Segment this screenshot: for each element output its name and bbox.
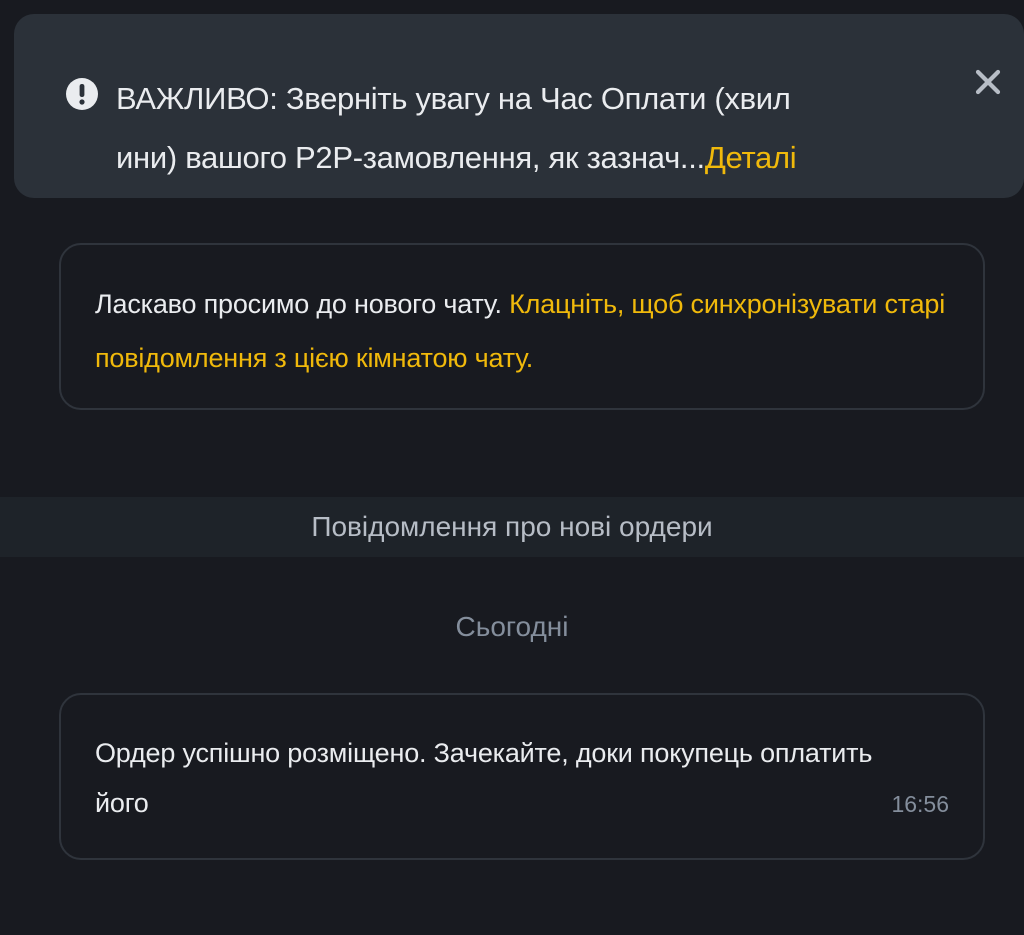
message-timestamp: 16:56 (891, 791, 949, 817)
message-text: Ордер успішно розміщено. Зачекайте, доки… (95, 738, 873, 818)
notice-line-2-text: ини) вашого P2P-замовлення, як зазнач... (116, 140, 705, 175)
exclamation-circle-icon (66, 78, 98, 110)
notice-line-1: ВАЖЛИВО: Зверніть увагу на Час Оплати (х… (116, 81, 791, 116)
date-divider: Сьогодні (455, 611, 569, 642)
close-icon[interactable] (966, 64, 1010, 108)
notice-message: ВАЖЛИВО: Зверніть увагу на Час Оплати (х… (116, 69, 966, 187)
order-message-card: Ордер успішно розміщено. Зачекайте, доки… (59, 693, 985, 860)
welcome-text: Ласкаво просимо до нового чату. (95, 289, 510, 319)
section-title: Повідомлення про нові ордери (0, 497, 1024, 557)
notice-line-2: ини) вашого P2P-замовлення, як зазнач...… (116, 128, 966, 187)
important-notice-banner: ВАЖЛИВО: Зверніть увагу на Час Оплати (х… (14, 14, 1024, 198)
welcome-card: Ласкаво просимо до нового чату. Клацніть… (59, 243, 985, 410)
welcome-message: Ласкаво просимо до нового чату. Клацніть… (95, 277, 965, 385)
details-link[interactable]: Деталі (705, 140, 797, 175)
